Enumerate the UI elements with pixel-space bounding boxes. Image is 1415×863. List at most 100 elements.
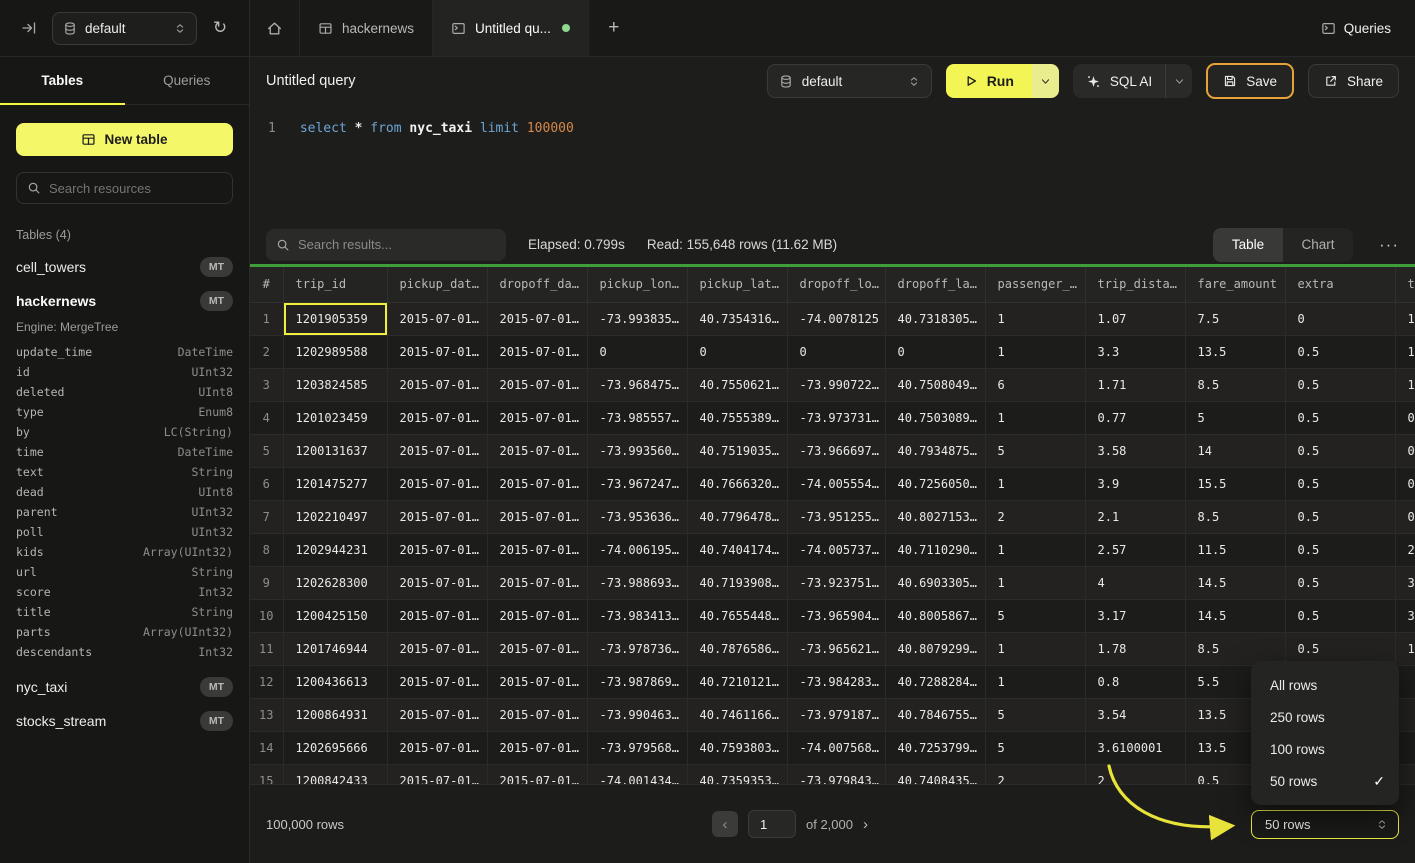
data-cell[interactable]: 40.7555389… <box>687 401 787 434</box>
data-cell[interactable]: -73.968475… <box>587 368 687 401</box>
data-cell[interactable]: 5 <box>985 731 1085 764</box>
schema-column[interactable]: deletedUInt8 <box>16 382 233 402</box>
data-cell[interactable]: 40.7519035… <box>687 434 787 467</box>
row-index-cell[interactable]: 10 <box>250 599 283 632</box>
data-cell[interactable]: 3.9 <box>1085 467 1185 500</box>
data-cell[interactable]: 1200436613 <box>283 665 387 698</box>
data-cell[interactable]: -73.993835… <box>587 302 687 335</box>
data-cell[interactable]: 8.5 <box>1185 500 1285 533</box>
data-cell[interactable]: 0.8 <box>1085 665 1185 698</box>
data-cell[interactable]: 1200425150 <box>283 599 387 632</box>
data-cell[interactable]: 2015-07-01… <box>387 401 487 434</box>
data-cell[interactable]: 1 <box>1395 335 1415 368</box>
data-cell[interactable]: -74.007568… <box>787 731 885 764</box>
sidebar-tab-queries[interactable]: Queries <box>125 57 250 104</box>
schema-column[interactable]: deadUInt8 <box>16 482 233 502</box>
data-cell[interactable]: 3.17 <box>1085 599 1185 632</box>
data-cell[interactable]: 3.6100001 <box>1085 731 1185 764</box>
data-cell[interactable]: 3.3 <box>1085 335 1185 368</box>
row-index-cell[interactable]: 11 <box>250 632 283 665</box>
schema-column[interactable]: parentUInt32 <box>16 502 233 522</box>
data-cell[interactable]: -74.001434… <box>587 764 687 784</box>
row-index-cell[interactable]: 5 <box>250 434 283 467</box>
queries-button[interactable]: Queries <box>1321 0 1391 56</box>
data-cell[interactable]: 1 <box>985 632 1085 665</box>
data-cell[interactable]: -74.005554… <box>787 467 885 500</box>
data-cell[interactable]: 1.71 <box>1085 368 1185 401</box>
data-cell[interactable]: 1203824585 <box>283 368 387 401</box>
data-cell[interactable]: 1201746944 <box>283 632 387 665</box>
data-cell[interactable]: -73.990722… <box>787 368 885 401</box>
data-cell[interactable]: 40.7193908… <box>687 566 787 599</box>
refresh-button[interactable]: ↻ <box>207 15 233 41</box>
data-cell[interactable]: 2015-07-01… <box>487 599 587 632</box>
search-results-input[interactable] <box>298 237 496 252</box>
data-cell[interactable]: 40.7354316… <box>687 302 787 335</box>
data-cell[interactable]: -73.985557… <box>587 401 687 434</box>
menu-item-50-rows[interactable]: 50 rows✓ <box>1251 765 1399 797</box>
data-cell[interactable]: 0.77 <box>1085 401 1185 434</box>
data-cell[interactable]: 0.5 <box>1285 566 1395 599</box>
row-index-cell[interactable]: 12 <box>250 665 283 698</box>
data-cell[interactable]: 2015-07-01… <box>387 302 487 335</box>
data-cell[interactable]: 2015-07-01… <box>387 764 487 784</box>
data-cell[interactable]: 0 <box>1395 434 1415 467</box>
data-cell[interactable]: 14.5 <box>1185 599 1285 632</box>
data-cell[interactable]: 2015-07-01… <box>387 665 487 698</box>
table-item-hackernews[interactable]: hackernews MT <box>0 284 249 318</box>
schema-column[interactable]: descendantsInt32 <box>16 642 233 662</box>
data-cell[interactable]: -73.965904… <box>787 599 885 632</box>
data-cell[interactable]: 2015-07-01… <box>487 335 587 368</box>
data-cell[interactable]: 0 <box>1395 467 1415 500</box>
table-item-cell-towers[interactable]: cell_towers MT <box>0 250 249 284</box>
table-item-stocks-stream[interactable]: stocks_stream MT <box>0 704 249 738</box>
data-cell[interactable]: 0.5 <box>1285 401 1395 434</box>
next-page-button[interactable]: › <box>863 816 868 833</box>
tab-untitled-query[interactable]: Untitled qu... <box>433 0 589 56</box>
column-header[interactable]: dropoff_da… <box>487 267 587 302</box>
data-cell[interactable]: -73.966697… <box>787 434 885 467</box>
data-cell[interactable]: 2015-07-01… <box>487 500 587 533</box>
data-cell[interactable]: 5 <box>1185 401 1285 434</box>
row-index-cell[interactable]: 9 <box>250 566 283 599</box>
data-cell[interactable]: 1 <box>985 467 1085 500</box>
data-cell[interactable]: -73.979568… <box>587 731 687 764</box>
data-cell[interactable]: -74.005737… <box>787 533 885 566</box>
data-cell[interactable]: 5 <box>985 599 1085 632</box>
data-cell[interactable]: 2015-07-01… <box>387 566 487 599</box>
data-cell[interactable]: 0 <box>587 335 687 368</box>
data-cell[interactable]: 1 <box>985 401 1085 434</box>
data-cell[interactable]: 2 <box>985 500 1085 533</box>
data-cell[interactable]: 1201905359 <box>283 302 387 335</box>
schema-column[interactable]: idUInt32 <box>16 362 233 382</box>
data-cell[interactable]: 0.5 <box>1285 335 1395 368</box>
data-cell[interactable]: 2015-07-01… <box>387 599 487 632</box>
data-cell[interactable]: 1 <box>1395 302 1415 335</box>
data-cell[interactable]: 0.5 <box>1285 368 1395 401</box>
data-cell[interactable]: 40.7846755… <box>885 698 985 731</box>
schema-column[interactable]: timeDateTime <box>16 442 233 462</box>
data-cell[interactable]: 0.5 <box>1285 467 1395 500</box>
row-index-cell[interactable]: 7 <box>250 500 283 533</box>
data-cell[interactable]: 2 <box>1085 764 1185 784</box>
data-cell[interactable]: 40.7796478… <box>687 500 787 533</box>
sql-ai-caret[interactable] <box>1166 76 1192 87</box>
data-cell[interactable]: 40.7404174… <box>687 533 787 566</box>
data-cell[interactable]: 14.5 <box>1185 566 1285 599</box>
data-cell[interactable]: 40.7666320… <box>687 467 787 500</box>
schema-column[interactable]: partsArray(UInt32) <box>16 622 233 642</box>
sql-ai-button[interactable]: SQL AI <box>1073 64 1192 98</box>
data-cell[interactable]: 0 <box>787 335 885 368</box>
run-button[interactable]: Run <box>946 64 1059 98</box>
data-cell[interactable]: 2015-07-01… <box>487 698 587 731</box>
sidebar-tab-tables[interactable]: Tables <box>0 57 125 104</box>
data-cell[interactable]: 0 <box>1285 302 1395 335</box>
new-table-button[interactable]: New table <box>16 123 233 156</box>
column-header[interactable]: dropoff_la… <box>885 267 985 302</box>
data-cell[interactable]: -74.0078125 <box>787 302 885 335</box>
row-index-cell[interactable]: 13 <box>250 698 283 731</box>
row-index-cell[interactable]: 6 <box>250 467 283 500</box>
data-cell[interactable]: 1.07 <box>1085 302 1185 335</box>
collapse-sidebar-button[interactable] <box>16 15 42 41</box>
data-cell[interactable]: 0 <box>885 335 985 368</box>
